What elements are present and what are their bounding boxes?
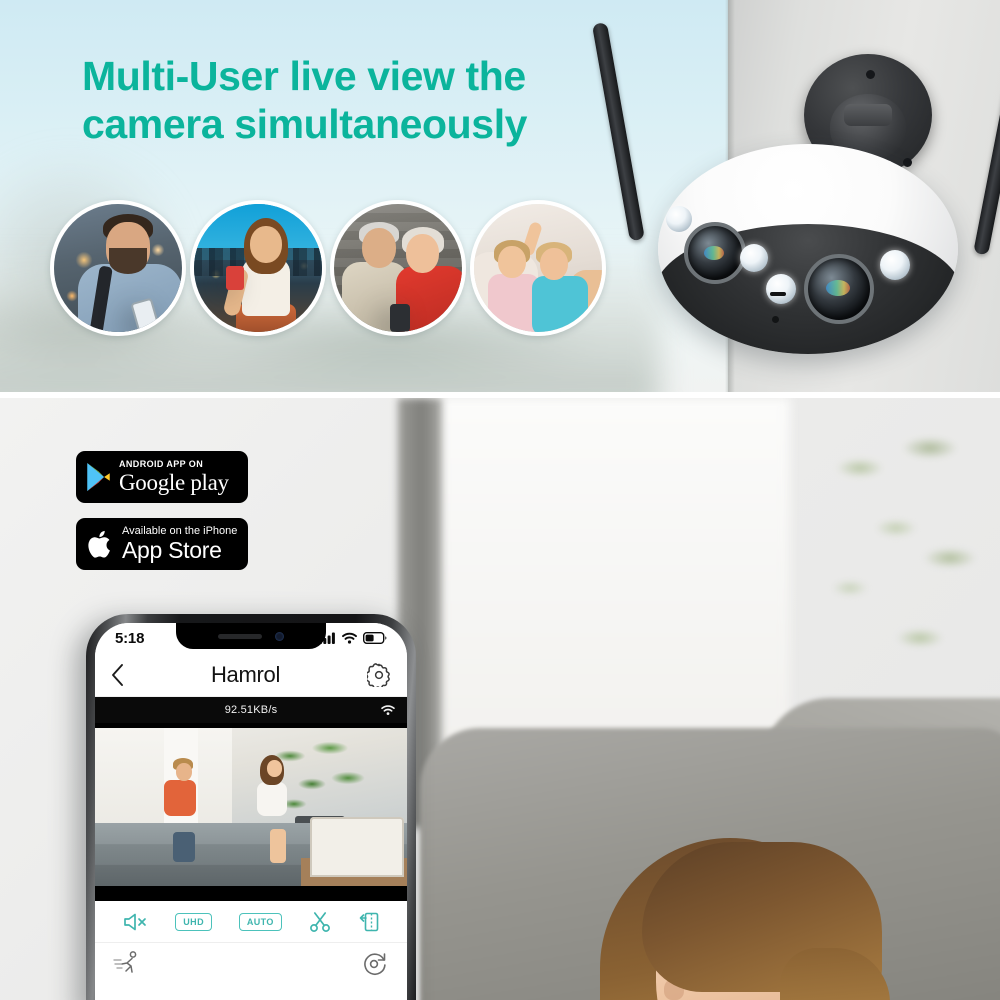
avatar xyxy=(330,200,466,336)
wifi-icon xyxy=(381,705,395,716)
panel-divider xyxy=(0,392,1000,398)
motion-detection-button[interactable] xyxy=(113,950,143,976)
google-play-badge[interactable]: ANDROID APP ON Google play xyxy=(76,451,248,503)
mount-screw xyxy=(903,158,912,167)
chevron-left-icon[interactable] xyxy=(111,663,124,687)
mute-button[interactable] xyxy=(122,912,148,932)
secondary-toolbar xyxy=(95,943,407,983)
battery-icon xyxy=(363,632,387,644)
product-marketing-image: Multi-User live view the camera simultan… xyxy=(0,0,1000,1000)
clip-button[interactable] xyxy=(309,911,331,933)
live-video-frame xyxy=(95,728,407,886)
app-store-badge[interactable]: Available on the iPhone App Store xyxy=(76,518,248,570)
headline-line-2: camera simultaneously xyxy=(82,101,528,148)
app-header-bar: Hamrol xyxy=(95,653,407,697)
resolution-button[interactable]: UHD xyxy=(175,912,212,931)
woman-using-phone xyxy=(560,828,1000,1000)
status-icon-group xyxy=(319,632,387,644)
app-store-badge-top: Available on the iPhone xyxy=(122,525,238,537)
app-header-title: Hamrol xyxy=(210,661,281,687)
front-camera-icon xyxy=(275,631,284,641)
microphone-hole xyxy=(772,316,779,323)
auto-mode-label: AUTO xyxy=(238,912,282,931)
smartphone-mockup: 5:18 Hamrol 92.51KB/s UHD AUTO xyxy=(86,614,416,1000)
antenna-right xyxy=(973,34,1000,256)
ir-led xyxy=(740,244,768,272)
user-avatar-row xyxy=(50,200,606,336)
avatar xyxy=(470,200,606,336)
google-play-badge-main: Google play xyxy=(119,470,229,495)
apple-logo-icon xyxy=(88,530,110,558)
top-panel: Multi-User live view the camera simultan… xyxy=(0,0,1000,392)
running-person-icon xyxy=(113,951,137,973)
room-plant xyxy=(800,408,990,738)
google-play-icon xyxy=(87,462,110,492)
phone-screen: 5:18 Hamrol 92.51KB/s UHD AUTO xyxy=(95,623,407,1000)
google-play-badge-top: ANDROID APP ON xyxy=(119,459,204,469)
ir-led xyxy=(666,206,692,232)
phone-notch xyxy=(176,623,326,649)
resolution-label: UHD xyxy=(175,912,212,931)
security-camera-product xyxy=(591,16,1000,392)
speaker-mute-icon xyxy=(124,913,147,930)
headline-line-1: Multi-User live view the xyxy=(82,53,526,99)
ir-led xyxy=(766,274,796,304)
page-title: Multi-User live view the camera simultan… xyxy=(82,52,642,149)
bottom-panel: ANDROID APP ON Google play Available on … xyxy=(0,398,1000,1000)
switch-camera-button[interactable] xyxy=(361,950,389,976)
camera-lens-left xyxy=(684,222,746,284)
camera-rotate-icon xyxy=(364,953,386,975)
earpiece-speaker xyxy=(218,633,262,639)
network-speed-text: 92.51KB/s xyxy=(224,704,278,716)
auto-mode-button[interactable]: AUTO xyxy=(238,912,282,931)
ir-led xyxy=(880,250,910,280)
store-badge-group: ANDROID APP ON Google play Available on … xyxy=(76,451,256,585)
mount-screw xyxy=(866,70,875,79)
avatar xyxy=(50,200,186,336)
camera-lens-right xyxy=(804,254,874,324)
microphone-slot xyxy=(770,292,786,296)
network-speed-bar: 92.51KB/s xyxy=(95,697,407,723)
player-toolbar: UHD AUTO xyxy=(95,901,407,943)
gear-icon[interactable] xyxy=(366,662,391,687)
status-time: 5:18 xyxy=(115,629,145,647)
live-video-feed[interactable] xyxy=(95,723,407,901)
scissors-icon xyxy=(309,911,330,932)
wifi-icon xyxy=(342,632,357,644)
phone-status-bar: 5:18 xyxy=(95,623,407,653)
app-store-badge-main: App Store xyxy=(122,537,222,563)
split-screen-button[interactable] xyxy=(358,911,380,933)
avatar xyxy=(190,200,326,336)
split-screen-icon xyxy=(359,912,378,931)
